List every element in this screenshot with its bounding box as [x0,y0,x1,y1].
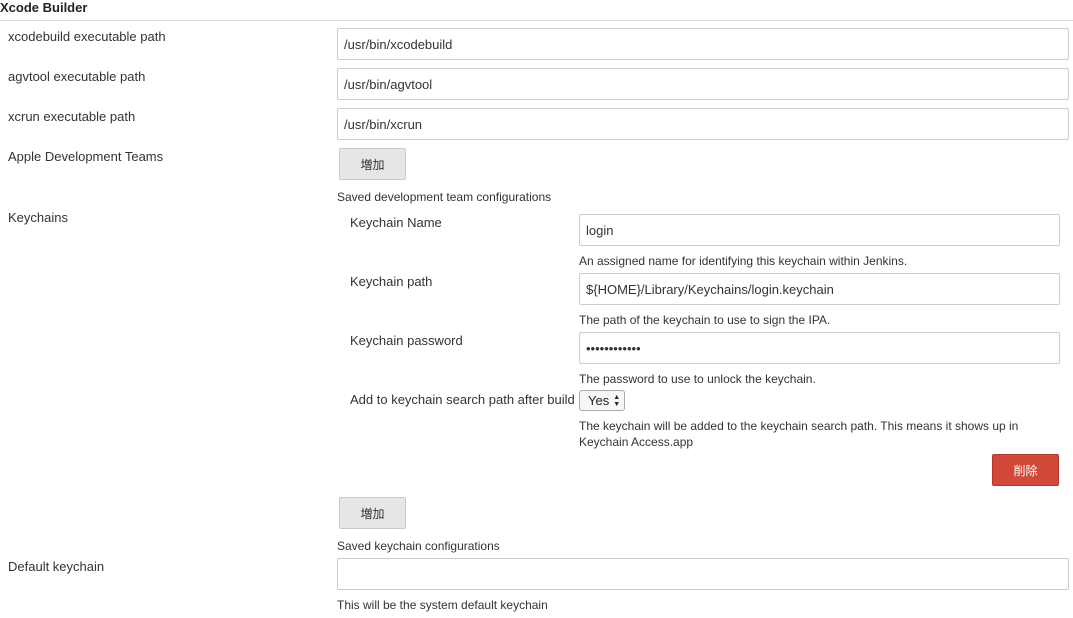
keychain-search-path-label: Add to keychain search path after build [350,392,575,407]
xcrun-path-input[interactable] [337,108,1069,140]
add-keychain-button[interactable]: 増加 [339,497,406,529]
agvtool-path-label: agvtool executable path [8,69,146,84]
keychain-search-path-selected: Yes [588,393,610,408]
keychain-search-path-help: The keychain will be added to the keycha… [579,419,1019,449]
delete-keychain-button[interactable]: 削除 [992,454,1059,486]
xcodebuild-path-label: xcodebuild executable path [8,29,166,44]
keychains-label: Keychains [8,210,68,225]
default-keychain-label: Default keychain [8,559,105,574]
keychain-path-help: The path of the keychain to use to sign … [579,313,831,327]
section-title: Xcode Builder [0,0,88,15]
development-teams-label: Apple Development Teams [8,149,164,164]
add-development-team-button[interactable]: 増加 [339,148,406,180]
keychain-search-path-select[interactable]: Yes ▲ ▼ [579,390,626,411]
default-keychain-input[interactable] [337,558,1069,590]
keychains-help: Saved keychain configurations [337,539,500,553]
keychain-name-input[interactable] [579,214,1060,246]
agvtool-path-input[interactable] [337,68,1069,100]
up-down-arrows-icon: ▲ ▼ [613,393,621,408]
keychain-password-label: Keychain password [350,333,463,348]
keychain-name-label: Keychain Name [350,215,442,230]
xcrun-path-label: xcrun executable path [8,109,136,124]
keychain-path-label: Keychain path [350,274,433,289]
section-header: Xcode Builder [0,0,1073,21]
keychain-name-help: An assigned name for identifying this ke… [579,254,908,268]
keychain-password-help: The password to use to unlock the keycha… [579,372,816,386]
development-teams-help: Saved development team configurations [337,190,552,204]
default-keychain-help: This will be the system default keychain [337,598,548,612]
keychain-path-input[interactable] [579,273,1060,305]
xcodebuild-path-input[interactable] [337,28,1069,60]
keychain-password-input[interactable] [579,332,1060,364]
